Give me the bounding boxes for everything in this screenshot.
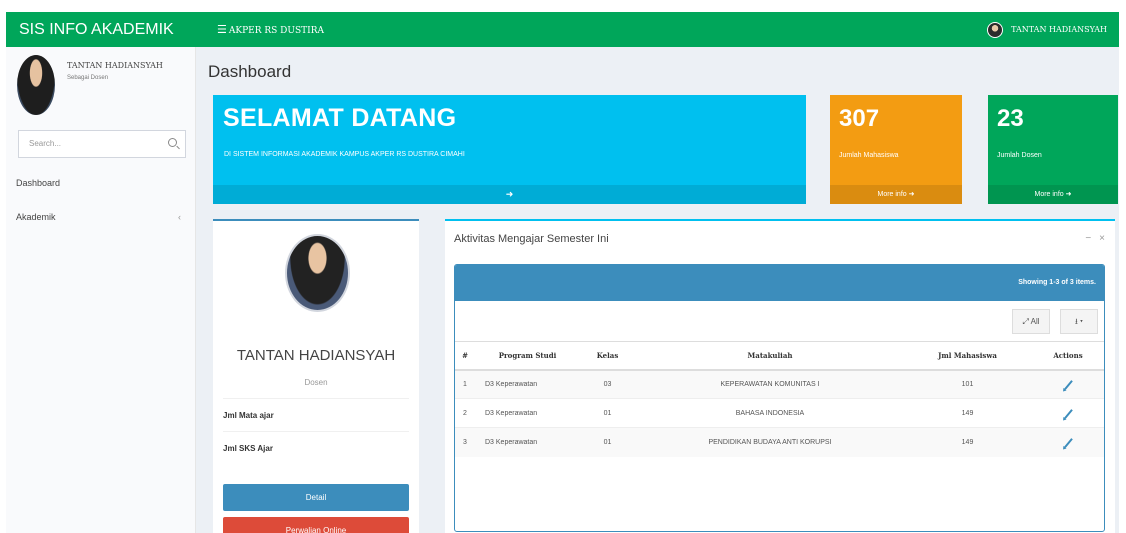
main-content: Dashboard SELAMAT DATANG DI SISTEM INFOR… — [196, 47, 1119, 533]
sidebar-user-name: TANTAN HADIANSYAH — [67, 61, 163, 70]
welcome-title: SELAMAT DATANG — [223, 104, 457, 132]
chevron-left-icon: ‹ — [178, 212, 181, 222]
edit-button[interactable] — [1030, 398, 1104, 428]
cell-matakuliah: KEPERAWATAN KOMUNITAS I — [635, 369, 905, 399]
collapse-icon[interactable]: − — [1085, 233, 1091, 244]
profile-row-label: Jml Mata ajar — [223, 411, 274, 420]
search-icon[interactable] — [168, 138, 177, 147]
cell-no: 1 — [455, 369, 475, 399]
sidebar-user-panel: TANTAN HADIANSYAH Sebagai Dosen — [11, 55, 191, 115]
profile-name: TANTAN HADIANSYAH — [236, 347, 396, 364]
profile-row-label: Jml SKS Ajar — [223, 444, 273, 453]
column-header-kelas[interactable]: Kelas — [580, 341, 635, 371]
sidebar-item-label: Akademik — [16, 212, 56, 222]
avatar[interactable] — [987, 21, 1004, 38]
column-header-program-studi[interactable]: Program Studi — [475, 341, 580, 371]
box-tools: − × — [1077, 233, 1105, 244]
profile-row-sks-ajar: Jml SKS Ajar — [223, 431, 409, 464]
sidebar-item-akademik[interactable]: Akademik ‹ — [6, 205, 195, 229]
cell-prodi: D3 Keperawatan — [475, 427, 580, 457]
stat-dosen: 23 Jumlah Dosen More info ➜ — [988, 95, 1118, 204]
cell-jml-mahasiswa: 101 — [905, 369, 1030, 399]
user-menu-name[interactable]: TANTAN HADIANSYAH — [1011, 25, 1107, 34]
cell-matakuliah: PENDIDIKAN BUDAYA ANTI KORUPSI — [635, 427, 905, 457]
activity-table: # Program Studi Kelas Matakuliah Jml Mah… — [455, 341, 1104, 457]
grid-panel: Showing 1-3 of 3 items. ⤢ All ⭳ ▾ # Prog… — [454, 264, 1105, 532]
stat-label: Jumlah Dosen — [997, 152, 1042, 159]
arrow-circle-right-icon: ➜ — [505, 189, 514, 199]
welcome-box: SELAMAT DATANG DI SISTEM INFORMASI AKADE… — [213, 95, 806, 204]
cell-kelas: 01 — [580, 427, 635, 457]
more-info-link[interactable]: More info ➜ — [830, 185, 962, 204]
welcome-footer-link[interactable]: ➜ — [213, 185, 806, 204]
stat-mahasiswa: 307 Jumlah Mahasiswa More info ➜ — [830, 95, 962, 204]
brand-logo[interactable]: SIS INFO AKADEMIK — [6, 12, 206, 47]
sidebar: TANTAN HADIANSYAH Sebagai Dosen Search..… — [6, 47, 196, 533]
column-header-no[interactable]: # — [455, 341, 475, 371]
expand-icon: ⤢ — [1022, 317, 1029, 326]
cell-jml-mahasiswa: 149 — [905, 398, 1030, 428]
column-header-jml-mahasiswa[interactable]: Jml Mahasiswa — [905, 341, 1030, 371]
more-info-label: More info — [1034, 191, 1064, 198]
profile-box: TANTAN HADIANSYAH Dosen Jml Mata ajar Jm… — [213, 219, 419, 533]
user-menu[interactable]: TANTAN HADIANSYAH — [987, 12, 1107, 47]
table-row: 2 D3 Keperawatan 01 BAHASA INDONESIA 149 — [455, 398, 1104, 428]
sidebar-toggle[interactable]: ☰ AKPER RS DUSTIRA — [217, 12, 324, 47]
table-header-row: # Program Studi Kelas Matakuliah Jml Mah… — [455, 341, 1104, 371]
search-placeholder: Search... — [29, 139, 62, 148]
activity-box: Aktivitas Mengajar Semester Ini − × Showi… — [445, 219, 1115, 533]
close-icon[interactable]: × — [1099, 233, 1105, 244]
profile-photo — [285, 234, 350, 312]
show-all-label: All — [1030, 317, 1040, 326]
stat-value: 23 — [997, 105, 1024, 132]
top-navbar: SIS INFO AKADEMIK ☰ AKPER RS DUSTIRA TANT… — [6, 12, 1119, 47]
column-header-matakuliah[interactable]: Matakuliah — [635, 341, 905, 371]
cell-jml-mahasiswa: 149 — [905, 427, 1030, 457]
table-row: 3 D3 Keperawatan 01 PENDIDIKAN BUDAYA AN… — [455, 427, 1104, 457]
show-all-button[interactable]: ⤢ All — [1012, 309, 1050, 334]
sidebar-user-role: Sebagai Dosen — [67, 75, 109, 81]
grid-toolbar: ⤢ All ⭳ ▾ — [455, 301, 1104, 341]
search-input[interactable]: Search... — [18, 130, 186, 158]
cell-no: 2 — [455, 398, 475, 428]
column-header-actions: Actions — [1030, 341, 1104, 371]
institution-name: AKPER RS DUSTIRA — [228, 26, 324, 36]
perwalian-online-button[interactable]: Perwalian Online — [223, 517, 409, 533]
app-window: SIS INFO AKADEMIK ☰ AKPER RS DUSTIRA TANT… — [0, 0, 1126, 533]
sidebar-item-label: Dashboard — [16, 178, 61, 188]
hamburger-icon[interactable]: ☰ — [217, 23, 227, 36]
cell-kelas: 01 — [580, 398, 635, 428]
profile-role: Dosen — [304, 378, 328, 387]
profile-row-mata-ajar: Jml Mata ajar — [223, 398, 409, 431]
grid-summary: Showing 1-3 of 3 items. — [455, 265, 1104, 301]
cell-prodi: D3 Keperawatan — [475, 398, 580, 428]
arrow-circle-right-icon: ➜ — [1065, 191, 1072, 198]
more-info-label: More info — [877, 191, 907, 198]
arrow-circle-right-icon: ➜ — [908, 191, 915, 198]
welcome-subtitle: DI SISTEM INFORMASI AKADEMIK KAMPUS AKPE… — [224, 151, 465, 158]
activity-title: Aktivitas Mengajar Semester Ini — [454, 233, 609, 245]
export-icon: ⭳ — [1074, 317, 1078, 326]
detail-button[interactable]: Detail — [223, 484, 409, 511]
caret-down-icon: ▾ — [1080, 317, 1083, 326]
pencil-icon[interactable] — [1063, 437, 1073, 448]
more-info-link[interactable]: More info ➜ — [988, 185, 1118, 204]
sidebar-avatar — [17, 55, 55, 115]
cell-no: 3 — [455, 427, 475, 457]
table-row: 1 D3 Keperawatan 03 KEPERAWATAN KOMUNITA… — [455, 369, 1104, 399]
stat-value: 307 — [839, 105, 880, 132]
page-title: Dashboard — [208, 62, 292, 81]
export-button[interactable]: ⭳ ▾ — [1060, 309, 1098, 334]
cell-matakuliah: BAHASA INDONESIA — [635, 398, 905, 428]
edit-button[interactable] — [1030, 369, 1104, 399]
stat-label: Jumlah Mahasiswa — [839, 152, 899, 159]
cell-prodi: D3 Keperawatan — [475, 369, 580, 399]
pencil-icon[interactable] — [1063, 379, 1073, 390]
edit-button[interactable] — [1030, 427, 1104, 457]
sidebar-item-dashboard[interactable]: Dashboard — [6, 171, 195, 195]
pencil-icon[interactable] — [1063, 408, 1073, 419]
cell-kelas: 03 — [580, 369, 635, 399]
